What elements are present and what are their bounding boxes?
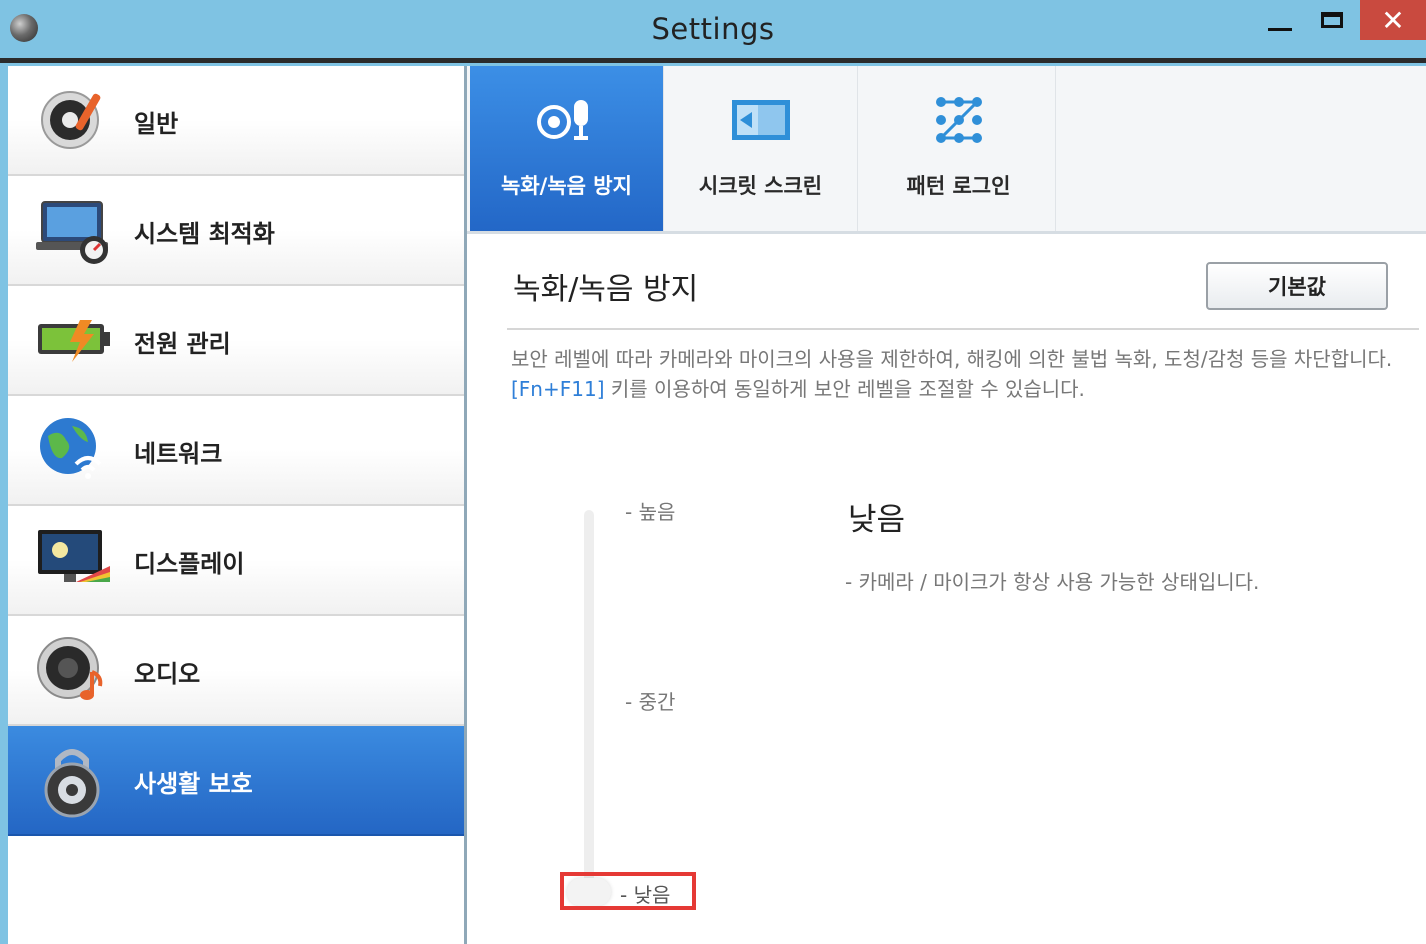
sidebar-item-network[interactable]: 네트워크 [8, 396, 464, 506]
sidebar-item-power-management[interactable]: 전원 관리 [8, 286, 464, 396]
tab-recording-prevention[interactable]: 녹화/녹음 방지 [470, 66, 664, 231]
secret-screen-icon [732, 100, 790, 140]
minimize-button[interactable] [1258, 0, 1302, 40]
sidebar-item-label: 네트워크 [134, 440, 223, 468]
speaker-wrench-icon [41, 91, 101, 149]
laptop-gauge-icon [36, 201, 108, 264]
tab-label: 패턴 로그인 [906, 174, 1011, 198]
tab-label: 녹화/녹음 방지 [501, 174, 632, 198]
sidebar-item-privacy[interactable]: 사생활 보호 [8, 726, 464, 836]
maximize-icon [1321, 12, 1343, 28]
tab-pattern-login[interactable]: 패턴 로그인 [862, 66, 1056, 231]
battery-icon [38, 320, 110, 362]
security-level-slider-track[interactable] [584, 510, 594, 892]
maximize-button[interactable] [1310, 0, 1354, 40]
tab-label: 시크릿 스크린 [698, 174, 823, 198]
sidebar-item-label: 사생활 보호 [134, 770, 253, 798]
current-level-description: - 카메라 / 마이크가 항상 사용 가능한 상태입니다. [845, 570, 1260, 594]
sidebar: 일반 시스템 최적화 전원 관리 네트워크 디스플레이 오디오 사생활 보호 [8, 66, 467, 944]
tab-secret-screen[interactable]: 시크릿 스크린 [664, 66, 858, 231]
highlight-box [560, 872, 696, 910]
current-level-title: 낮음 [848, 502, 906, 538]
sidebar-item-label: 전원 관리 [134, 330, 231, 358]
globe-wifi-icon [40, 418, 102, 479]
sidebar-item-audio[interactable]: 오디오 [8, 616, 464, 726]
sidebar-item-label: 오디오 [134, 660, 201, 688]
close-icon: ✕ [1381, 3, 1405, 37]
section-title: 녹화/녹음 방지 [513, 272, 699, 307]
window-title: Settings [651, 12, 775, 46]
monitor-color-icon [38, 530, 110, 582]
tab-bar: 녹화/녹음 방지 시크릿 스크린 패턴 로그인 [467, 66, 1426, 234]
sidebar-item-label: 디스플레이 [134, 550, 245, 578]
sidebar-item-label: 시스템 최적화 [134, 220, 275, 248]
sidebar-item-system-optimization[interactable]: 시스템 최적화 [8, 176, 464, 286]
sidebar-item-display[interactable]: 디스플레이 [8, 506, 464, 616]
sidebar-item-general[interactable]: 일반 [8, 66, 464, 176]
description-text: 보안 레벨에 따라 카메라와 마이크의 사용을 제한하여, 해킹에 의한 불법 … [511, 347, 1393, 371]
speaker-note-icon [37, 637, 103, 700]
sidebar-item-label: 일반 [134, 110, 179, 138]
minimize-icon [1268, 27, 1292, 31]
description: 보안 레벨에 따라 카메라와 마이크의 사용을 제한하여, 해킹에 의한 불법 … [511, 344, 1411, 404]
padlock-icon [44, 749, 100, 818]
pattern-grid-icon [936, 97, 982, 143]
default-button[interactable]: 기본값 [1206, 262, 1388, 310]
title-bar: Settings ✕ [0, 0, 1426, 63]
close-button[interactable]: ✕ [1360, 0, 1426, 40]
content-panel: 녹화/녹음 방지 시크릿 스크린 패턴 로그인 녹화/녹음 방지 기본값 보안 … [467, 66, 1426, 944]
description-text-tail: 키를 이용하여 동일하게 보안 레벨을 조절할 수 있습니다. [604, 377, 1085, 401]
shortcut-key: [Fn+F11] [511, 377, 605, 401]
level-high-label: - 높음 [625, 500, 676, 524]
level-mid-label: - 중간 [625, 690, 676, 714]
divider [507, 328, 1419, 330]
camera-mic-icon [537, 100, 588, 140]
